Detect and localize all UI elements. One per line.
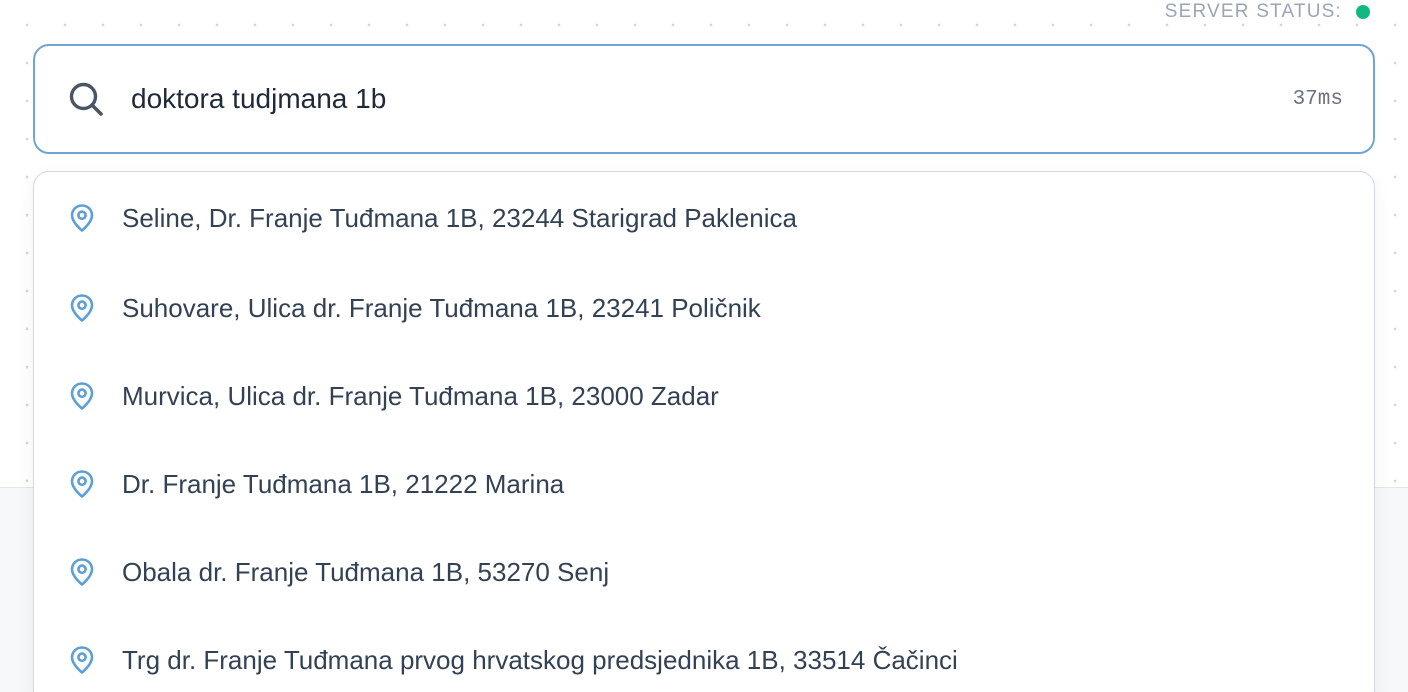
map-pin-icon [66,380,98,412]
suggestion-item[interactable]: Trg dr. Franje Tuđmana prvog hrvatskog p… [34,616,1374,692]
suggestion-item[interactable]: Dr. Franje Tuđmana 1B, 21222 Marina [34,440,1374,528]
suggestion-label: Seline, Dr. Franje Tuđmana 1B, 23244 Sta… [122,202,797,233]
server-status-label: SERVER STATUS: [1164,1,1342,22]
server-status: SERVER STATUS: [1165,0,1370,24]
search-icon [67,80,105,118]
suggestion-item[interactable]: Suhovare, Ulica dr. Franje Tuđmana 1B, 2… [34,264,1374,352]
suggestion-label: Suhovare, Ulica dr. Franje Tuđmana 1B, 2… [122,292,761,323]
suggestion-label: Trg dr. Franje Tuđmana prvog hrvatskog p… [122,644,958,675]
search-box[interactable]: 37ms [33,44,1375,154]
suggestions-dropdown: Seline, Dr. Franje Tuđmana 1B, 23244 Sta… [33,171,1375,692]
suggestion-label: Obala dr. Franje Tuđmana 1B, 53270 Senj [122,556,610,587]
map-pin-icon [66,644,98,676]
search-input[interactable] [131,83,1281,115]
map-pin-icon [66,202,98,234]
latency-readout: 37ms [1292,87,1343,111]
status-indicator-dot [1356,5,1370,19]
suggestion-item[interactable]: Obala dr. Franje Tuđmana 1B, 53270 Senj [34,528,1374,616]
suggestion-label: Dr. Franje Tuđmana 1B, 21222 Marina [122,468,565,499]
suggestion-item[interactable]: Murvica, Ulica dr. Franje Tuđmana 1B, 23… [34,352,1374,440]
map-pin-icon [66,468,98,500]
suggestion-item[interactable]: Seline, Dr. Franje Tuđmana 1B, 23244 Sta… [34,172,1374,264]
suggestion-label: Murvica, Ulica dr. Franje Tuđmana 1B, 23… [122,380,719,411]
map-pin-icon [66,556,98,588]
page: SERVER STATUS: 37ms Seline, Dr. Franje T… [0,0,1408,692]
map-pin-icon [66,292,98,324]
